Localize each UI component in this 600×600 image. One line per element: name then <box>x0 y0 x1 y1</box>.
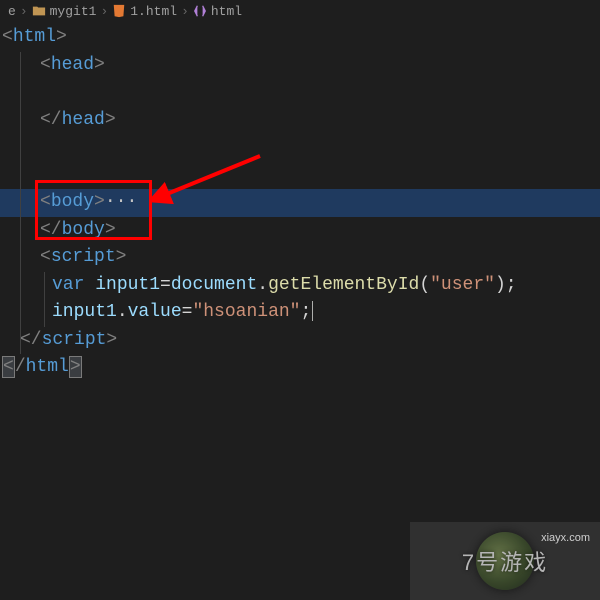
code-line[interactable]: <html> <box>0 24 600 52</box>
breadcrumb-folder-label: mygit1 <box>50 4 97 19</box>
symbol-icon <box>193 4 207 18</box>
watermark: xiayx.com 7号游戏 <box>410 522 600 600</box>
breadcrumb-file-label: 1.html <box>130 4 177 19</box>
code-line[interactable]: </script> <box>0 327 600 355</box>
code-line[interactable] <box>0 162 600 190</box>
chevron-right-icon: › <box>100 4 108 19</box>
breadcrumb-partial: e <box>8 4 16 19</box>
folder-icon <box>32 4 46 18</box>
breadcrumb-folder[interactable]: mygit1 <box>32 4 97 19</box>
watermark-text: 7号游戏 <box>462 545 548 577</box>
html-file-icon <box>112 4 126 18</box>
code-editor[interactable]: <html> <head> </head> <body>··· </body> … <box>0 22 600 382</box>
code-line[interactable]: </html> <box>0 354 600 382</box>
code-line[interactable]: <script> <box>0 244 600 272</box>
breadcrumb-symbol-label: html <box>211 4 242 19</box>
chevron-right-icon: › <box>181 4 189 19</box>
breadcrumb[interactable]: e › mygit1 › 1.html › html <box>0 0 600 22</box>
code-line[interactable]: var input1=document.getElementById("user… <box>0 272 600 300</box>
breadcrumb-symbol[interactable]: html <box>193 4 242 19</box>
watermark-url: xiayx.com <box>541 532 590 544</box>
breadcrumb-file[interactable]: 1.html <box>112 4 177 19</box>
code-line[interactable] <box>0 134 600 162</box>
code-line[interactable] <box>0 79 600 107</box>
code-line[interactable]: </body> <box>0 217 600 245</box>
code-line-highlighted[interactable]: <body>··· <box>0 189 600 217</box>
chevron-right-icon: › <box>20 4 28 19</box>
code-line[interactable]: input1.value="hsoanian"; <box>0 299 600 327</box>
code-line[interactable]: </head> <box>0 107 600 135</box>
text-cursor <box>312 301 313 321</box>
code-line[interactable]: <head> <box>0 52 600 80</box>
